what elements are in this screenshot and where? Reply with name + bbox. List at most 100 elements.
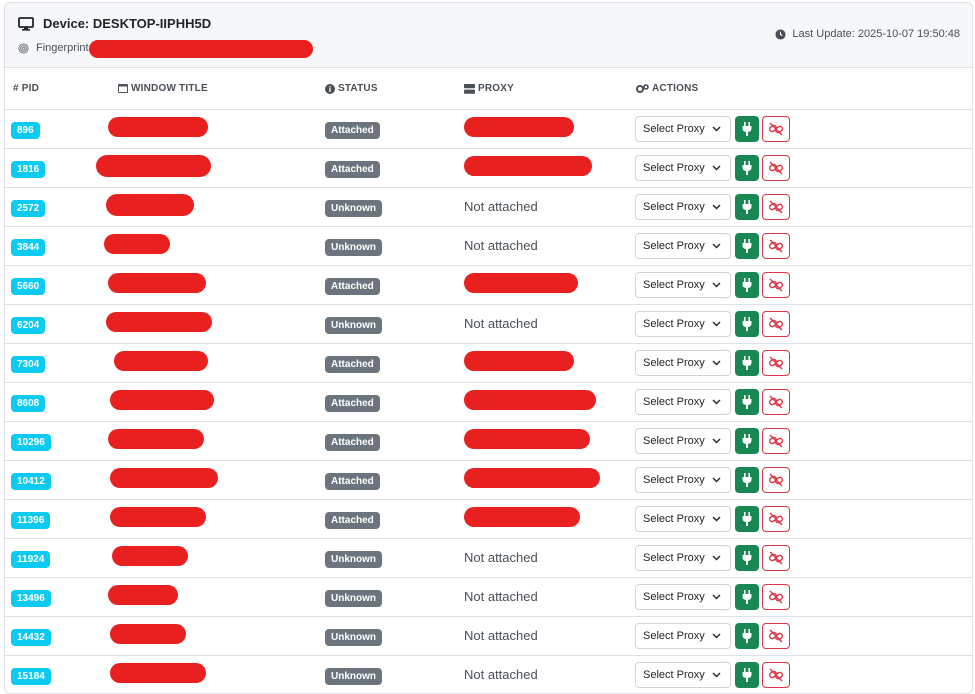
detach-proxy-button[interactable] — [762, 311, 790, 337]
monitor-icon — [18, 16, 34, 31]
attach-proxy-button[interactable] — [735, 623, 759, 649]
pid-badge: 5660 — [11, 277, 46, 295]
actions-group: Select Proxy — [635, 233, 972, 259]
detach-proxy-button[interactable] — [762, 623, 790, 649]
attach-proxy-button[interactable] — [735, 506, 759, 532]
actions-group: Select Proxy — [635, 116, 972, 142]
window-title-redaction — [110, 389, 214, 410]
select-proxy-dropdown[interactable]: Select Proxy — [635, 311, 731, 337]
detach-proxy-button[interactable] — [762, 662, 790, 688]
plug-icon — [742, 590, 752, 604]
proxy-value: Not attached — [464, 238, 538, 253]
unlink-icon — [768, 473, 784, 487]
window-title-cell — [110, 616, 321, 656]
proxy-cell: Not attached — [459, 577, 635, 617]
select-proxy-dropdown[interactable]: Select Proxy — [635, 623, 731, 649]
attach-proxy-button[interactable] — [735, 311, 759, 337]
detach-proxy-button[interactable] — [762, 584, 790, 610]
proxy-value: Not attached — [464, 316, 538, 331]
select-proxy-dropdown[interactable]: Select Proxy — [635, 428, 731, 454]
select-proxy-label: Select Proxy — [643, 357, 705, 369]
attach-proxy-button[interactable] — [735, 233, 759, 259]
attach-proxy-button[interactable] — [735, 428, 759, 454]
unlink-icon — [768, 278, 784, 292]
detach-proxy-button[interactable] — [762, 155, 790, 181]
detach-proxy-button[interactable] — [762, 194, 790, 220]
select-proxy-label: Select Proxy — [643, 630, 705, 642]
select-proxy-dropdown[interactable]: Select Proxy — [635, 662, 731, 688]
column-header-pid: # PID — [5, 68, 118, 110]
proxy-redaction — [464, 389, 596, 410]
unlink-icon — [768, 668, 784, 682]
select-proxy-dropdown[interactable]: Select Proxy — [635, 155, 731, 181]
attach-proxy-button[interactable] — [735, 350, 759, 376]
actions-group: Select Proxy — [635, 545, 972, 571]
window-title-cell — [108, 265, 321, 305]
select-proxy-dropdown[interactable]: Select Proxy — [635, 545, 731, 571]
select-proxy-dropdown[interactable]: Select Proxy — [635, 272, 731, 298]
status-badge: Attached — [325, 511, 380, 529]
attach-proxy-button[interactable] — [735, 467, 759, 493]
select-proxy-dropdown[interactable]: Select Proxy — [635, 233, 731, 259]
select-proxy-dropdown[interactable]: Select Proxy — [635, 116, 731, 142]
attach-proxy-button[interactable] — [735, 194, 759, 220]
actions-group: Select Proxy — [635, 584, 972, 610]
select-proxy-dropdown[interactable]: Select Proxy — [635, 506, 731, 532]
unlink-icon — [768, 356, 784, 370]
detach-proxy-button[interactable] — [762, 116, 790, 142]
server-icon — [464, 83, 475, 94]
chevron-down-icon — [712, 633, 721, 639]
status-badge: Unknown — [325, 589, 382, 607]
status-cell: Unknown — [321, 656, 459, 694]
select-proxy-dropdown[interactable]: Select Proxy — [635, 584, 731, 610]
select-proxy-dropdown[interactable]: Select Proxy — [635, 467, 731, 493]
actions-group: Select Proxy — [635, 194, 972, 220]
attach-proxy-button[interactable] — [735, 584, 759, 610]
status-cell: Unknown — [321, 577, 459, 617]
select-proxy-dropdown[interactable]: Select Proxy — [635, 350, 731, 376]
proxy-cell: Not attached — [459, 187, 635, 227]
detach-proxy-button[interactable] — [762, 467, 790, 493]
attach-proxy-button[interactable] — [735, 116, 759, 142]
proxy-cell — [459, 109, 635, 149]
unlink-icon — [768, 317, 784, 331]
actions-cell: Select Proxy — [635, 148, 972, 188]
attach-proxy-button[interactable] — [735, 272, 759, 298]
select-proxy-label: Select Proxy — [643, 240, 705, 252]
select-proxy-dropdown[interactable]: Select Proxy — [635, 194, 731, 220]
plug-icon — [742, 122, 752, 136]
window-title-cell — [106, 304, 321, 344]
actions-group: Select Proxy — [635, 467, 972, 493]
actions-group: Select Proxy — [635, 506, 972, 532]
table-row: 11924 Unknown Not attached Select Proxy — [5, 538, 972, 578]
select-proxy-dropdown[interactable]: Select Proxy — [635, 389, 731, 415]
proxy-redaction — [464, 272, 578, 293]
attach-proxy-button[interactable] — [735, 545, 759, 571]
attach-proxy-button[interactable] — [735, 155, 759, 181]
unlink-icon — [768, 200, 784, 214]
pid-cell: 14432 — [5, 616, 118, 656]
fingerprint-label: Fingerprint — [36, 42, 89, 54]
status-badge: Unknown — [325, 667, 382, 685]
table-row: 14432 Unknown Not attached Select Proxy — [5, 616, 972, 656]
attach-proxy-button[interactable] — [735, 389, 759, 415]
last-update: Last Update: 2025-10-07 19:50:48 — [775, 28, 960, 40]
detach-proxy-button[interactable] — [762, 389, 790, 415]
window-title-cell — [110, 460, 321, 500]
actions-cell: Select Proxy — [635, 265, 972, 305]
table-row: 896 Attached Select Proxy — [5, 109, 972, 149]
proxy-cell — [459, 343, 635, 383]
window-title-redaction — [108, 272, 206, 293]
proxy-cell: Not attached — [459, 616, 635, 656]
detach-proxy-button[interactable] — [762, 545, 790, 571]
status-badge: Unknown — [325, 238, 382, 256]
unlink-icon — [768, 434, 784, 448]
detach-proxy-button[interactable] — [762, 272, 790, 298]
attach-proxy-button[interactable] — [735, 662, 759, 688]
proxy-redaction — [464, 116, 574, 137]
detach-proxy-button[interactable] — [762, 428, 790, 454]
window-title-redaction — [110, 623, 186, 644]
detach-proxy-button[interactable] — [762, 350, 790, 376]
detach-proxy-button[interactable] — [762, 506, 790, 532]
detach-proxy-button[interactable] — [762, 233, 790, 259]
